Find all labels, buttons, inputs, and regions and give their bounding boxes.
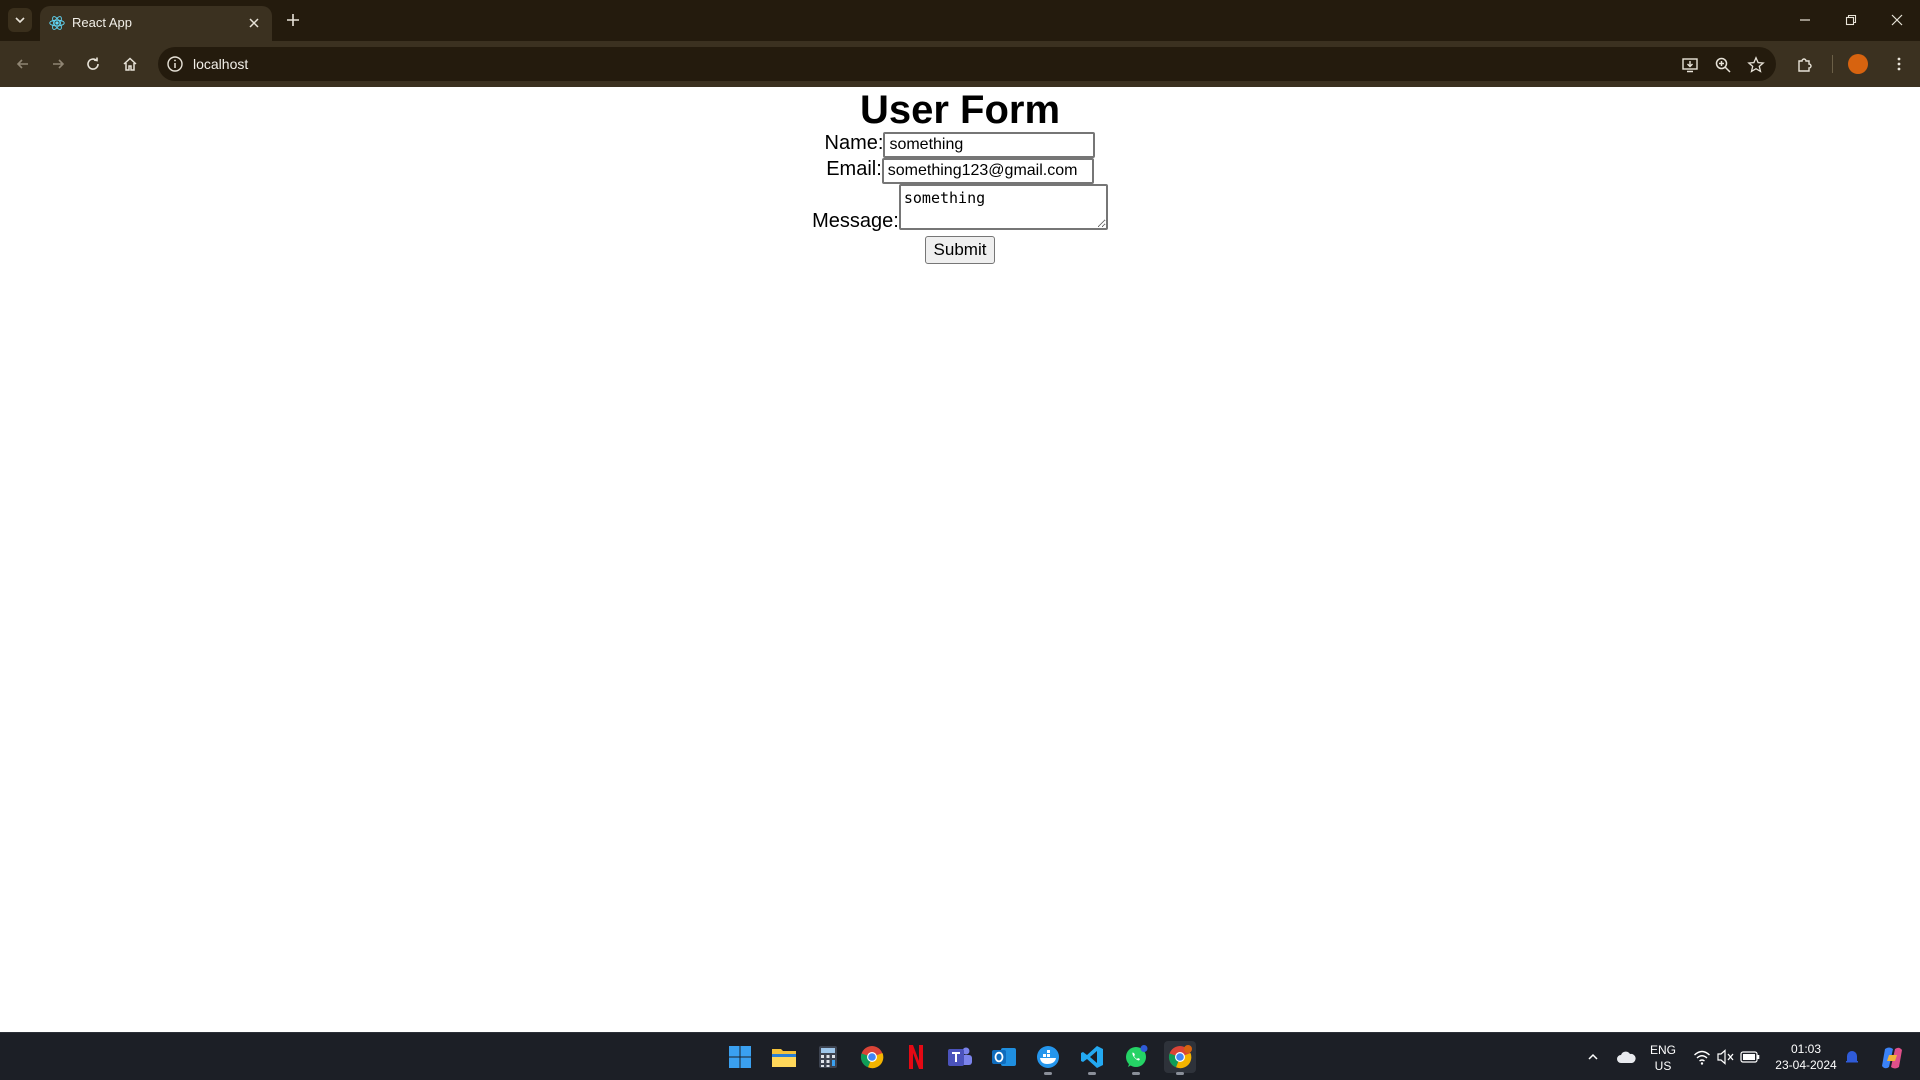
name-label: Name: bbox=[824, 132, 884, 154]
install-app-button[interactable] bbox=[1679, 54, 1701, 76]
new-tab-icon[interactable] bbox=[282, 9, 304, 31]
home-icon bbox=[123, 57, 137, 71]
name-row: Name: bbox=[0, 132, 1920, 158]
start-button[interactable] bbox=[724, 1041, 756, 1073]
tab-search-button[interactable] bbox=[8, 8, 32, 32]
taskbar-outlook[interactable] bbox=[988, 1041, 1020, 1073]
forward-button[interactable] bbox=[45, 51, 71, 77]
folder-icon bbox=[772, 1049, 796, 1067]
taskbar-chrome-profile[interactable] bbox=[1164, 1041, 1196, 1075]
vscode-icon bbox=[1081, 1046, 1103, 1068]
browser-toolbar: localhost bbox=[0, 41, 1920, 88]
browser-tab-strip: React App bbox=[0, 0, 1920, 41]
close-tab-icon[interactable] bbox=[246, 15, 262, 31]
chrome-icon bbox=[860, 1046, 884, 1069]
clock-time: 01:03 bbox=[1790, 1042, 1822, 1056]
speaker-muted-icon bbox=[1717, 1049, 1734, 1065]
screen: React App localhost User Form Name:somet… bbox=[0, 0, 1920, 1080]
copilot-icon bbox=[1882, 1047, 1902, 1069]
submit-button[interactable]: Submit bbox=[924, 236, 996, 264]
back-button[interactable] bbox=[10, 51, 36, 77]
site-info-icon[interactable] bbox=[166, 55, 184, 73]
teams-icon bbox=[948, 1047, 972, 1066]
outlook-icon bbox=[992, 1048, 1016, 1066]
running-indicator bbox=[1132, 1072, 1140, 1075]
restore-button[interactable] bbox=[1828, 0, 1874, 40]
taskbar-netflix[interactable] bbox=[900, 1041, 932, 1073]
chrome-icon bbox=[1168, 1045, 1192, 1069]
address-bar[interactable]: localhost bbox=[158, 47, 1776, 81]
browser-tab-active[interactable]: React App bbox=[40, 6, 272, 41]
wifi-icon bbox=[1694, 1050, 1710, 1065]
cloud-icon bbox=[1617, 1051, 1636, 1063]
puzzle-icon bbox=[1798, 58, 1812, 72]
minimize-button[interactable] bbox=[1782, 0, 1828, 40]
netflix-icon bbox=[909, 1045, 923, 1069]
wifi-status[interactable] bbox=[1692, 1047, 1712, 1067]
page-title: User Form bbox=[859, 88, 1061, 132]
arrow-left-icon bbox=[16, 59, 28, 69]
url-text: localhost bbox=[193, 56, 249, 72]
battery-status[interactable] bbox=[1740, 1047, 1760, 1067]
tab-title: React App bbox=[72, 15, 132, 30]
minimize-icon bbox=[1800, 19, 1810, 21]
calculator-icon bbox=[819, 1046, 837, 1068]
running-indicator bbox=[1176, 1072, 1184, 1075]
more-vertical-icon bbox=[1897, 57, 1901, 71]
profile-avatar[interactable] bbox=[1848, 54, 1868, 74]
docker-icon bbox=[1037, 1046, 1059, 1068]
copilot-button[interactable] bbox=[1878, 1044, 1906, 1072]
email-input[interactable] bbox=[881, 158, 1094, 184]
home-button[interactable] bbox=[117, 51, 143, 77]
notifications-button[interactable] bbox=[1842, 1047, 1862, 1067]
taskbar-chrome[interactable] bbox=[856, 1041, 888, 1073]
show-hidden-icons-button[interactable] bbox=[1583, 1047, 1603, 1067]
taskbar-whatsapp[interactable] bbox=[1120, 1041, 1152, 1075]
star-icon bbox=[1747, 56, 1765, 73]
toolbar-divider bbox=[1832, 55, 1833, 73]
install-app-icon bbox=[1682, 58, 1698, 73]
bookmark-button[interactable] bbox=[1745, 54, 1767, 76]
close-icon bbox=[1891, 14, 1903, 26]
close-window-button[interactable] bbox=[1874, 0, 1920, 40]
menu-button[interactable] bbox=[1886, 51, 1912, 77]
react-logo-icon bbox=[49, 16, 65, 30]
bell-icon bbox=[1846, 1051, 1858, 1063]
zoom-icon bbox=[1715, 57, 1731, 73]
onedrive-button[interactable] bbox=[1616, 1047, 1636, 1067]
language-indicator[interactable]: ENG US bbox=[1650, 1043, 1676, 1073]
running-indicator bbox=[1088, 1072, 1096, 1075]
email-row: Email: bbox=[0, 158, 1920, 184]
page-content: User Form Name: Email: Message:something… bbox=[0, 87, 1920, 1032]
zoom-button[interactable] bbox=[1712, 54, 1734, 76]
arrow-right-icon bbox=[53, 59, 65, 69]
windows-logo-icon bbox=[729, 1046, 751, 1068]
restore-icon bbox=[1845, 14, 1857, 26]
message-row: Message: something bbox=[0, 184, 1920, 232]
chevron-down-icon bbox=[15, 17, 25, 24]
running-indicator bbox=[1044, 1072, 1052, 1075]
taskbar-file-explorer[interactable] bbox=[768, 1041, 800, 1073]
taskbar: ENG US 01:03 23-04-2024 bbox=[0, 1032, 1920, 1080]
taskbar-teams[interactable] bbox=[944, 1041, 976, 1073]
extensions-button[interactable] bbox=[1792, 51, 1818, 77]
reload-icon bbox=[87, 57, 99, 70]
keyboard-region: US bbox=[1654, 1059, 1672, 1073]
message-textarea[interactable]: something bbox=[898, 184, 1108, 230]
taskbar-calculator[interactable] bbox=[812, 1041, 844, 1073]
message-label: Message: bbox=[812, 210, 899, 232]
battery-icon bbox=[1740, 1051, 1760, 1063]
clock-date: 23-04-2024 bbox=[1775, 1058, 1837, 1072]
clock[interactable]: 01:03 23-04-2024 bbox=[1772, 1042, 1840, 1072]
name-input[interactable] bbox=[883, 132, 1096, 158]
email-label: Email: bbox=[826, 158, 882, 180]
reload-button[interactable] bbox=[80, 51, 106, 77]
taskbar-docker[interactable] bbox=[1032, 1041, 1064, 1075]
taskbar-vscode[interactable] bbox=[1076, 1041, 1108, 1075]
volume-status[interactable] bbox=[1716, 1047, 1736, 1067]
chevron-up-icon bbox=[1588, 1053, 1598, 1060]
language-code: ENG bbox=[1650, 1043, 1677, 1057]
whatsapp-icon bbox=[1126, 1045, 1148, 1067]
